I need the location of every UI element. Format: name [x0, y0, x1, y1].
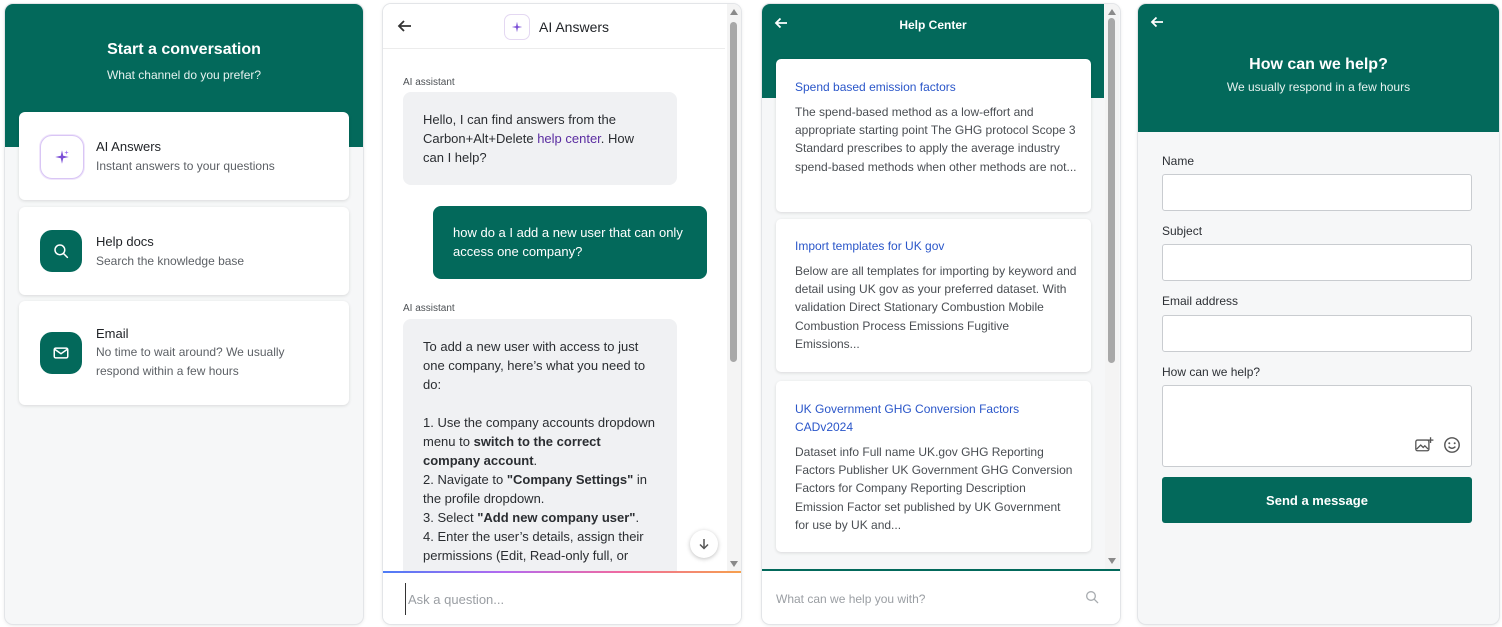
assistant-message: Hello, I can find answers from the Carbo… — [403, 92, 677, 185]
scroll-down-arrow-icon[interactable] — [730, 561, 738, 567]
search-icon — [40, 230, 82, 272]
input-gradient-divider — [383, 571, 741, 573]
email-title: Email — [96, 326, 129, 341]
scroll-up-arrow-icon[interactable] — [730, 9, 738, 15]
article-card[interactable]: UK Government GHG Conversion Factors CAD… — [776, 381, 1091, 552]
back-arrow-icon[interactable] — [395, 16, 415, 36]
answer-intro: To add a new user with access to just on… — [423, 339, 646, 392]
channel-picker-panel: Start a conversation What channel do you… — [5, 4, 363, 624]
email-field[interactable] — [1162, 315, 1472, 352]
name-field[interactable] — [1162, 174, 1472, 211]
article-title[interactable]: UK Government GHG Conversion Factors CAD… — [795, 400, 1075, 436]
scroll-up-arrow-icon[interactable] — [1108, 9, 1116, 15]
help-center-title: Help Center — [899, 18, 967, 32]
article-title[interactable]: Import templates for UK gov — [795, 237, 1075, 255]
question-input-bar — [383, 571, 741, 624]
help-search-bar — [762, 569, 1120, 624]
scroll-down-arrow-icon[interactable] — [1108, 558, 1116, 564]
emoji-icon[interactable] — [1443, 436, 1461, 454]
answer-step-2: 2. Navigate to "Company Settings" in the… — [423, 472, 648, 506]
article-title[interactable]: Spend based emission factors — [795, 78, 1075, 96]
help-center-link[interactable]: help center — [537, 131, 601, 146]
ai-answers-header: AI Answers — [383, 4, 725, 49]
articles-scrollbar-thumb[interactable] — [1108, 18, 1115, 363]
channel-picker-title: Start a conversation — [107, 41, 261, 58]
help-docs-title: Help docs — [96, 234, 154, 249]
article-excerpt: Below are all templates for importing by… — [795, 264, 1077, 351]
assistant-label: AI assistant — [403, 303, 455, 314]
article-card[interactable]: Import templates for UK gov Below are al… — [776, 219, 1091, 372]
ai-answers-description: Instant answers to your questions — [96, 159, 275, 173]
subject-label: Subject — [1162, 224, 1203, 238]
answer-step-1: 1. Use the company accounts dropdown men… — [423, 415, 655, 468]
subject-input[interactable] — [1163, 245, 1471, 280]
message-label: How can we help? — [1162, 365, 1261, 379]
name-label: Name — [1162, 154, 1195, 168]
send-message-button[interactable]: Send a message — [1162, 477, 1472, 523]
assistant-label: AI assistant — [403, 77, 455, 88]
ai-answers-title: AI Answers — [539, 19, 610, 35]
question-input[interactable] — [405, 583, 710, 615]
article-card[interactable]: Spend based emission factors The spend-b… — [776, 59, 1091, 212]
answer-step-4: 4. Enter the user’s details, assign thei… — [423, 529, 644, 563]
sparkle-icon — [504, 14, 530, 40]
user-message: how do a I add a new user that can only … — [433, 206, 707, 279]
email-description: No time to wait around? We usually respo… — [96, 345, 285, 378]
search-icon[interactable] — [1084, 589, 1100, 605]
chat-scrollbar[interactable] — [727, 4, 741, 572]
ai-answers-title: AI Answers — [96, 139, 162, 154]
article-excerpt: The spend-based method as a low-effort a… — [795, 105, 1077, 174]
envelope-icon — [40, 332, 82, 374]
name-input[interactable] — [1163, 175, 1471, 210]
attach-image-icon[interactable] — [1414, 436, 1434, 454]
assistant-answer: To add a new user with access to just on… — [403, 319, 677, 589]
ai-answers-option[interactable]: AI Answers Instant answers to your quest… — [19, 112, 349, 200]
contact-form-panel: How can we help? We usually respond in a… — [1138, 4, 1499, 624]
help-docs-option[interactable]: Help docs Search the knowledge base — [19, 207, 349, 295]
ai-answers-panel: AI Answers AI assistant Hello, I can fin… — [383, 4, 741, 624]
sparkle-icon — [40, 135, 84, 179]
contact-form-title: How can we help? — [1249, 56, 1388, 73]
articles-scrollbar[interactable] — [1105, 4, 1119, 569]
contact-form-subtitle: We usually respond in a few hours — [1226, 80, 1411, 94]
email-option[interactable]: Email No time to wait around? We usually… — [19, 301, 349, 405]
message-textarea[interactable] — [1163, 386, 1471, 466]
answer-step-3: 3. Select "Add new company user". — [423, 510, 640, 525]
email-input[interactable] — [1163, 316, 1471, 351]
chat-scrollbar-thumb[interactable] — [730, 22, 737, 362]
contact-form-header: How can we help? We usually respond in a… — [1138, 4, 1499, 132]
message-field[interactable] — [1162, 385, 1472, 467]
help-search-input[interactable] — [774, 586, 1078, 612]
back-arrow-icon[interactable] — [1148, 12, 1168, 32]
scroll-down-button[interactable] — [690, 530, 718, 558]
help-center-panel: Help Center Spend based emission factors… — [762, 4, 1120, 624]
email-label: Email address — [1162, 294, 1239, 308]
channel-picker-subtitle: What channel do you prefer? — [106, 68, 262, 82]
article-excerpt: Dataset info Full name UK.gov GHG Report… — [795, 445, 1073, 532]
help-docs-description: Search the knowledge base — [96, 254, 245, 268]
subject-field[interactable] — [1162, 244, 1472, 281]
